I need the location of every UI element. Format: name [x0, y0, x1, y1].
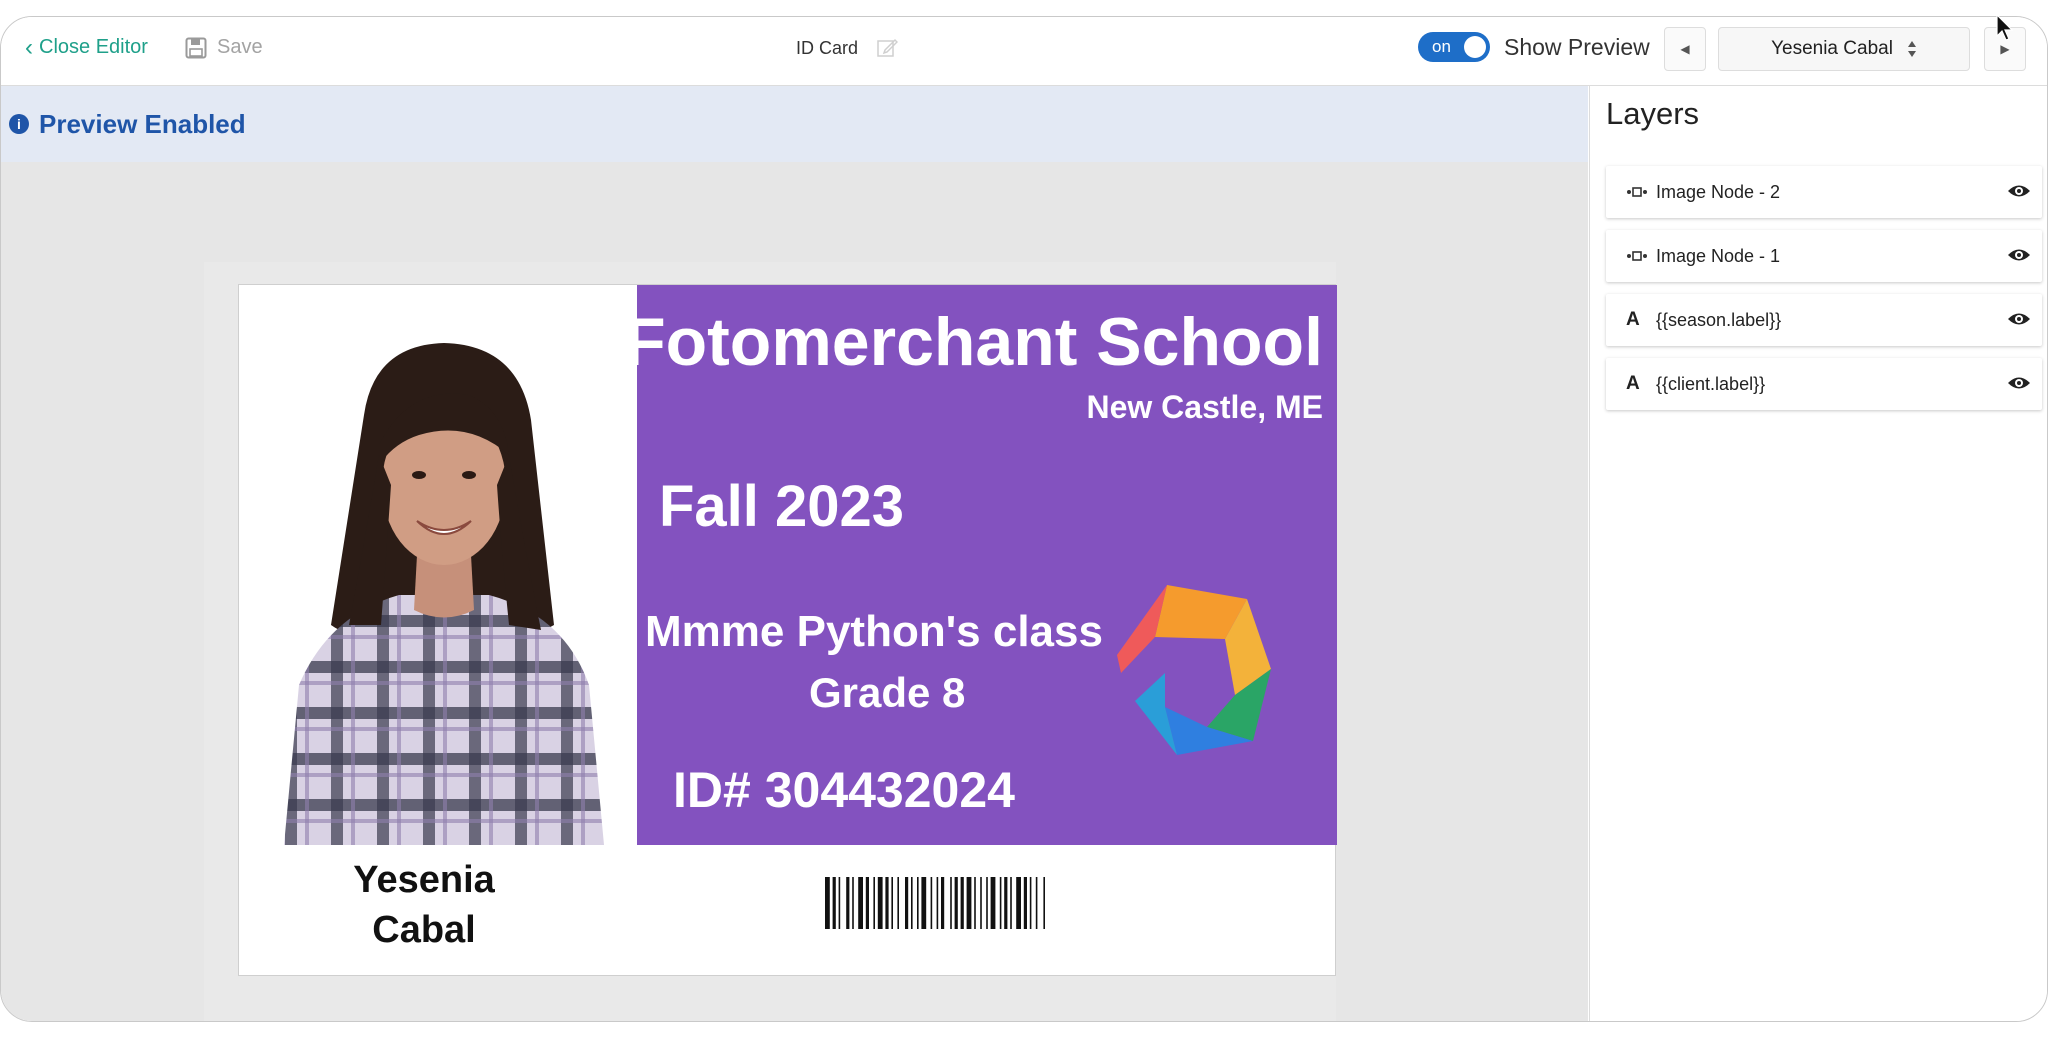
layer-item-image-node-1[interactable]: Image Node - 1	[1606, 230, 2042, 282]
school-name[interactable]: Fotomerchant School	[624, 303, 1323, 381]
fotomerchant-logo-icon[interactable]	[1107, 577, 1287, 777]
person-select[interactable]: Yesenia Cabal	[1718, 27, 1970, 71]
layer-item-client-label[interactable]: A {{client.label}}	[1606, 358, 2042, 410]
mouse-cursor-icon	[1996, 14, 2014, 41]
layer-item-image-node-2[interactable]: Image Node - 2	[1606, 166, 2042, 218]
toggle-state-label: on	[1432, 37, 1451, 56]
logo-caption	[1125, 763, 1257, 778]
student-name[interactable]: Yesenia Cabal	[299, 855, 549, 955]
editor-canvas: i Preview Enabled Fotomerchant School Ne…	[1, 86, 1588, 1021]
layers-title: Layers	[1606, 96, 1700, 131]
student-portrait-image	[284, 343, 604, 845]
student-first-name: Yesenia	[353, 859, 495, 901]
caret-right-icon: ▶	[2000, 42, 2010, 56]
caret-left-icon: ◀	[1680, 42, 1690, 56]
layer-label: Image Node - 1	[1656, 245, 1781, 266]
layer-item-season-label[interactable]: A {{season.label}}	[1606, 294, 2042, 346]
person-select-value: Yesenia Cabal	[1771, 38, 1893, 59]
chevron-left-icon: ‹	[25, 33, 33, 61]
text-icon: A	[1626, 373, 1640, 394]
season-label[interactable]: Fall 2023	[659, 473, 904, 540]
text-icon: A	[1626, 309, 1640, 330]
preview-banner: i Preview Enabled	[1, 86, 1588, 162]
app-window: ‹ Close Editor Save ID Card on Show Prev…	[0, 16, 2048, 1022]
show-preview-label: Show Preview	[1504, 34, 1650, 60]
eye-icon[interactable]	[2006, 372, 2032, 394]
id-number[interactable]: ID# 304432024	[673, 761, 1015, 819]
sort-arrows-icon	[1907, 41, 1916, 57]
layer-label: Image Node - 2	[1656, 181, 1781, 202]
layer-label: {{client.label}}	[1656, 373, 1766, 394]
save-label: Save	[217, 36, 263, 58]
save-button[interactable]: Save	[185, 36, 263, 59]
top-toolbar: ‹ Close Editor Save ID Card on Show Prev…	[1, 17, 2047, 86]
close-editor-label: Close Editor	[39, 36, 148, 58]
card-header-panel: Fotomerchant School New Castle, ME Fall …	[624, 285, 1337, 845]
student-photo[interactable]	[269, 325, 619, 845]
eye-icon[interactable]	[2006, 308, 2032, 330]
eye-icon[interactable]	[2006, 180, 2032, 202]
id-card[interactable]: Fotomerchant School New Castle, ME Fall …	[238, 284, 1337, 976]
image-node-icon	[1626, 250, 1652, 262]
floppy-disk-icon	[185, 37, 207, 58]
previous-person-button[interactable]: ◀	[1664, 27, 1706, 71]
image-node-icon	[1626, 186, 1652, 198]
preview-banner-text: Preview Enabled	[39, 108, 246, 139]
toggle-knob	[1464, 36, 1486, 58]
show-preview-toggle[interactable]: on	[1418, 32, 1490, 62]
document-title: ID Card	[796, 37, 899, 59]
document-title-text: ID Card	[796, 37, 859, 58]
close-editor-button[interactable]: ‹ Close Editor	[25, 33, 148, 61]
grade-label[interactable]: Grade 8	[809, 669, 965, 717]
edit-pencil-icon[interactable]	[876, 37, 899, 59]
layers-panel: Layers Image Node - 2 Image Node - 1 A {…	[1589, 86, 2047, 1021]
barcode-image[interactable]	[825, 877, 1139, 929]
student-last-name: Cabal	[372, 909, 476, 951]
class-name[interactable]: Mmme Python's class	[645, 607, 1103, 657]
info-icon: i	[9, 114, 29, 134]
school-city[interactable]: New Castle, ME	[1086, 389, 1323, 426]
eye-icon[interactable]	[2006, 244, 2032, 266]
layer-label: {{season.label}}	[1656, 309, 1782, 330]
